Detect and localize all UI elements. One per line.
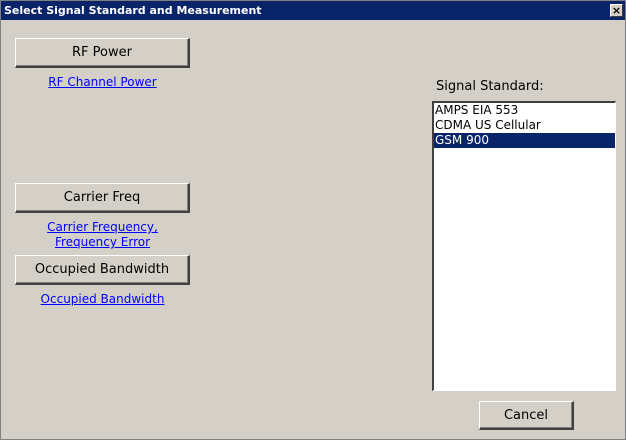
carrier-freq-button[interactable]: Carrier Freq [15,183,190,213]
carrier-frequency-link[interactable]: Carrier Frequency, Frequency Error [15,220,190,250]
title-bar[interactable]: Select Signal Standard and Measurement × [1,1,625,20]
window-title: Select Signal Standard and Measurement [4,4,262,17]
rf-channel-power-link-text: RF Channel Power [48,75,157,89]
occupied-bandwidth-button[interactable]: Occupied Bandwidth [15,255,190,285]
list-item[interactable]: AMPS EIA 553 [434,103,615,118]
close-icon[interactable]: × [610,4,623,17]
signal-standard-label: Signal Standard: [436,79,544,94]
dialog-window: Select Signal Standard and Measurement ×… [0,0,626,440]
signal-standard-listbox[interactable]: AMPS EIA 553 CDMA US Cellular GSM 900 [432,101,616,391]
list-item-selected[interactable]: GSM 900 [434,133,615,148]
occupied-bandwidth-link-text: Occupied Bandwidth [40,292,165,306]
list-item[interactable]: CDMA US Cellular [434,118,615,133]
occupied-bandwidth-link[interactable]: Occupied Bandwidth [15,292,190,307]
rf-channel-power-link[interactable]: RF Channel Power [15,75,190,90]
rf-power-button[interactable]: RF Power [15,38,190,68]
cancel-button[interactable]: Cancel [479,401,574,430]
carrier-frequency-link-line-1: Carrier Frequency, [47,220,158,234]
carrier-frequency-link-line-2: Frequency Error [54,235,151,249]
